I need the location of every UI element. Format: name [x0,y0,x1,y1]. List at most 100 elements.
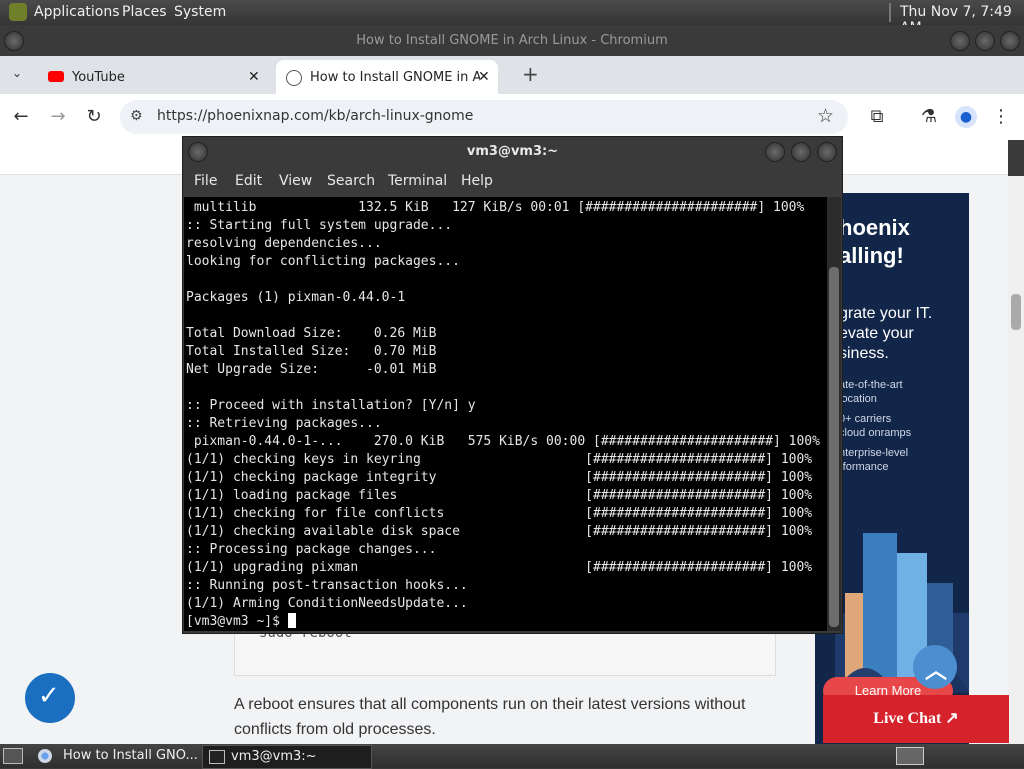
labs-flask-icon[interactable]: ⚗ [918,106,940,128]
terminal-line: :: Starting full system upgrade... [186,218,453,233]
terminal-output: multilib 132.5 KiB 127 KiB/s 00:01 [####… [186,199,820,631]
ad-feature-4: cloud onramps [839,427,912,439]
forward-arrow-icon[interactable]: → [47,106,69,128]
tab-search-chevron-icon[interactable]: ⌄ [12,66,22,80]
terminal-menu-terminal[interactable]: Terminal [388,173,447,189]
ad-feature-2: location [839,393,877,405]
browser-menu-kebab-icon[interactable]: ⋮ [990,106,1012,128]
terminal-line: (1/1) upgrading pixman [################… [186,560,813,575]
chat-widget-icon[interactable]: ✓ [25,673,75,723]
terminal-window[interactable]: vm3@vm3:~ File Edit View Search Terminal… [182,136,843,634]
terminal-menu-search[interactable]: Search [327,173,375,189]
reload-icon[interactable]: ↻ [83,106,105,128]
terminal-line: (1/1) checking for file conflicts [#####… [186,506,813,521]
gnome-foot-icon[interactable] [9,3,27,21]
terminal-line: looking for conflicting packages... [186,254,460,269]
profile-avatar-icon[interactable]: ● [955,106,977,128]
terminal-line: multilib 132.5 KiB 127 KiB/s 00:01 [####… [186,200,805,215]
check-icon: ✓ [38,681,60,711]
new-tab-icon[interactable]: + [522,62,539,86]
chevron-up-icon: ︿ [925,659,948,684]
places-menu[interactable]: Places [122,4,167,20]
tab-youtube[interactable]: YouTube ✕ [40,60,270,94]
terminal-window-menu-button[interactable] [188,142,208,162]
maximize-button[interactable] [975,31,995,51]
panel-divider [889,3,891,22]
terminal-line: Total Download Size: 0.26 MiB [186,326,437,341]
terminal-close-button[interactable] [817,142,837,162]
ad-feature-5: nterprise-level [839,447,909,459]
back-arrow-icon[interactable]: ← [10,106,32,128]
top-panel: Applications Places System Thu Nov 7, 7:… [0,0,1024,36]
terminal-cursor [287,613,296,628]
terminal-line: :: Proceed with installation? [Y/n] y [186,398,476,413]
tab-active-phoenixnap[interactable]: How to Install GNOME in Arc ✕ [276,60,498,94]
ad-headline-2: alling! [839,243,904,268]
terminal-scrollbar-thumb[interactable] [829,267,839,627]
window-menu-button[interactable] [4,31,24,51]
task-terminal[interactable]: vm3@vm3:~ [202,745,372,769]
task-chromium[interactable]: How to Install GNO... [30,745,200,767]
task-terminal-label: vm3@vm3:~ [231,749,317,764]
terminal-line: pixman-0.44.0-1-... 270.0 KiB 575 KiB/s … [186,434,820,449]
system-menu[interactable]: System [174,4,226,20]
site-info-icon[interactable]: ⚙ [130,108,143,124]
tab-youtube-label: YouTube [72,70,125,85]
url-text[interactable]: https://phoenixnap.com/kb/arch-linux-gno… [157,108,473,124]
terminal-line: :: Running post-transaction hooks... [186,578,468,593]
terminal-line: (1/1) checking package integrity [######… [186,470,813,485]
workspace-switcher-icon[interactable] [896,747,924,765]
terminal-prompt-line[interactable]: [vm3@vm3 ~]$ [186,613,820,631]
live-chat-button[interactable]: Live Chat ↗ [823,695,1009,743]
terminal-line: (1/1) Arming ConditionNeedsUpdate... [186,596,468,611]
globe-favicon-icon [286,70,302,86]
terminal-line: (1/1) checking available disk space [###… [186,524,813,539]
terminal-line: resolving dependencies... [186,236,382,251]
browser-toolbar: ← → ↻ ⚙ https://phoenixnap.com/kb/arch-l… [0,94,1024,140]
terminal-menu-edit[interactable]: Edit [235,173,262,189]
terminal-maximize-button[interactable] [791,142,811,162]
ad-feature-3: 0+ carriers [839,413,892,425]
page-scrollbar-thumb[interactable] [1011,294,1021,330]
terminal-prompt: [vm3@vm3 ~]$ [186,614,288,629]
terminal-line: Net Upgrade Size: -0.01 MiB [186,362,437,377]
terminal-line: Packages (1) pixman-0.44.0-1 [186,290,406,305]
applications-menu[interactable]: Applications [34,4,120,20]
terminal-menu-file[interactable]: File [194,173,217,189]
terminal-title: vm3@vm3:~ [466,144,559,159]
terminal-title-bar[interactable]: vm3@vm3:~ [183,137,842,167]
terminal-output-area[interactable]: multilib 132.5 KiB 127 KiB/s 00:01 [####… [184,197,827,631]
scroll-to-top-button[interactable]: ︿ [913,645,957,689]
tab-active-label: How to Install GNOME in Arc [310,70,480,85]
terminal-menu-view[interactable]: View [279,173,312,189]
ad-feature-6: rformance [839,461,889,473]
tab-close-icon[interactable]: ✕ [248,69,260,85]
minimize-button[interactable] [950,31,970,51]
terminal-line: :: Retrieving packages... [186,416,382,431]
ad-line-1: grate your IT. [839,305,933,322]
tab-close-icon[interactable]: ✕ [478,69,490,85]
chromium-icon [38,749,52,763]
terminal-scrollbar[interactable] [827,197,841,631]
tab-strip: ⌄ YouTube ✕ How to Install GNOME in Arc … [0,56,1024,94]
terminal-icon [209,750,225,764]
browser-window-title: How to Install GNOME in Arch Linux - Chr… [356,33,668,48]
ad-headline-1: hoenix [839,215,910,240]
terminal-menubar: File Edit View Search Terminal Help [183,167,842,195]
show-desktop-icon[interactable] [3,748,23,764]
ad-feature-1: ate-of-the-art [839,379,903,391]
task-chromium-label: How to Install GNO... [63,748,198,763]
terminal-menu-help[interactable]: Help [461,173,493,189]
close-button[interactable] [1000,31,1020,51]
browser-title-bar: How to Install GNOME in Arch Linux - Chr… [0,25,1024,56]
terminal-line: (1/1) checking keys in keyring [########… [186,452,813,467]
bookmark-star-icon[interactable]: ☆ [817,105,834,127]
extensions-icon[interactable]: ⧉ [866,106,888,128]
address-bar[interactable]: ⚙ https://phoenixnap.com/kb/arch-linux-g… [120,100,848,134]
terminal-minimize-button[interactable] [765,142,785,162]
page-scrollbar[interactable] [1008,176,1024,744]
youtube-favicon-icon [48,71,64,82]
ad-line-3: siness. [839,345,889,362]
